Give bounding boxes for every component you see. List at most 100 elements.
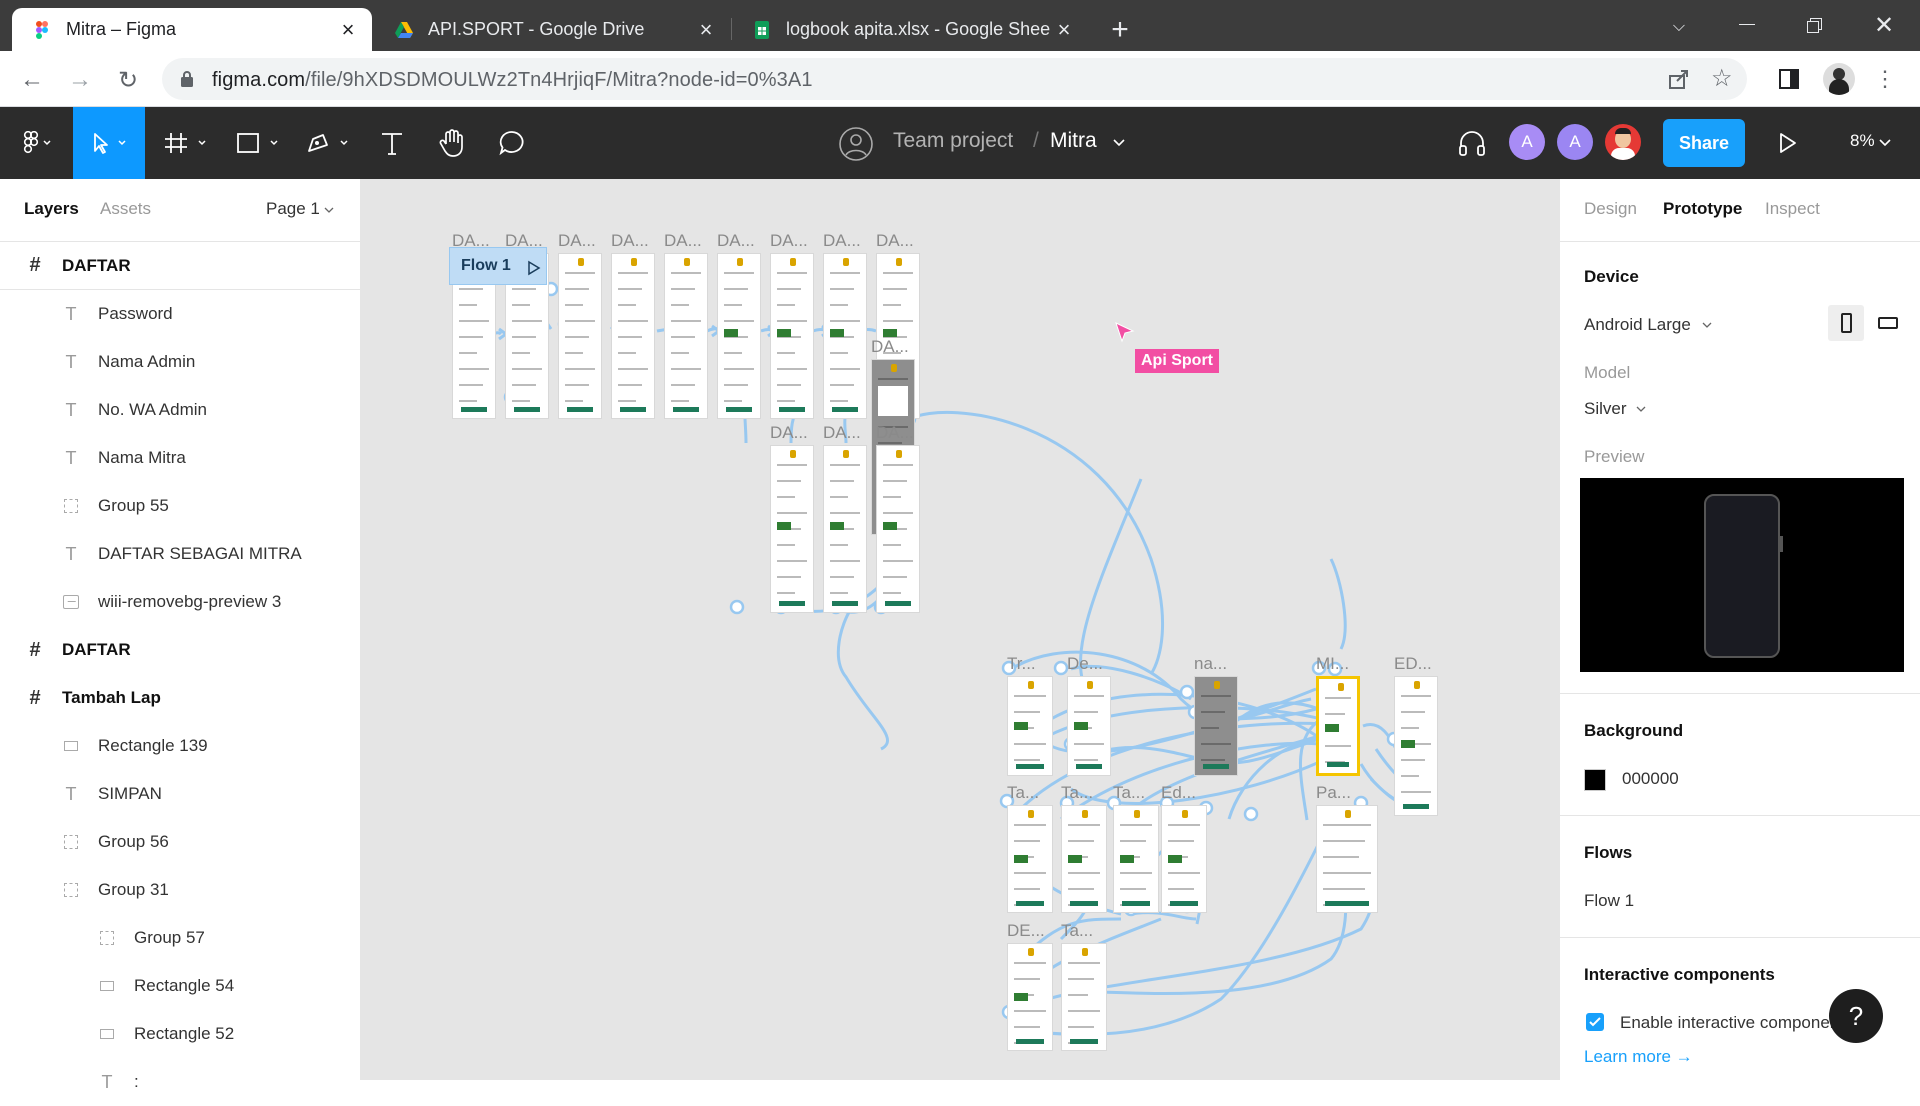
frame-label[interactable]: DA... [770,231,808,251]
background-hex-value[interactable]: 000000 [1622,769,1679,789]
layer-item[interactable]: T Nama Admin [0,338,360,386]
tab-google-drive[interactable]: API.SPORT - Google Drive × [374,8,730,51]
collaborator-avatar[interactable]: A [1557,124,1593,160]
frame-label[interactable]: DA... [558,231,596,251]
tab-design[interactable]: Design [1584,199,1637,219]
side-panel-icon[interactable] [1778,68,1800,90]
layer-item[interactable]: Group 55 [0,482,360,530]
frame-label[interactable]: DA... [871,337,909,357]
team-name[interactable]: Team project [893,129,1013,153]
kebab-menu-icon[interactable]: ⋮ [1874,63,1896,95]
back-arrow-icon[interactable]: ← [16,64,48,96]
user-avatar[interactable] [1605,124,1641,160]
frame-thumbnail[interactable] [1394,676,1438,816]
prototype-connection[interactable] [836,608,889,751]
frame-thumbnail[interactable] [558,253,602,419]
layer-item[interactable]: Group 57 [0,914,360,962]
frame-tool-button[interactable] [160,107,216,179]
layer-item[interactable]: T Password [0,290,360,338]
layer-item[interactable]: wiii-removebg-preview 3 [0,578,360,626]
layer-item[interactable]: # Tambah Lap [0,674,360,722]
frame-thumbnail[interactable] [876,445,920,613]
frame-label[interactable]: Ta... [1113,783,1145,803]
frame-thumbnail[interactable] [1067,676,1111,776]
frame-label[interactable]: na... [1194,654,1227,674]
close-window-icon[interactable]: ✕ [1862,8,1906,42]
frame-thumbnail[interactable] [611,253,655,419]
new-tab-button[interactable]: + [1100,10,1140,50]
flow-list-item[interactable]: Flow 1 [1584,891,1634,911]
frame-label[interactable]: MI... [1316,654,1349,674]
layer-item[interactable]: T DAFTAR SEBAGAI MITRA [0,530,360,578]
tab-layers[interactable]: Layers [24,199,79,219]
frame-thumbnail[interactable] [823,445,867,613]
frame-label[interactable]: DA... [823,231,861,251]
close-tab-icon[interactable]: × [692,16,720,44]
profile-avatar[interactable] [1823,63,1855,95]
prototype-connection[interactable] [908,410,1165,675]
layer-item[interactable]: T No. WA Admin [0,386,360,434]
layer-item[interactable]: T Nama Mitra [0,434,360,482]
tab-assets[interactable]: Assets [100,199,151,219]
connection-handle[interactable] [729,599,745,615]
hand-tool-button[interactable] [432,107,472,179]
model-select[interactable]: Silver [1584,399,1627,419]
frame-label[interactable]: DA... [717,231,755,251]
frame-label[interactable]: DA... [611,231,649,251]
frame-thumbnail[interactable] [823,253,867,419]
enable-interactive-checkbox[interactable] [1586,1013,1604,1031]
frame-thumbnail[interactable] [1316,676,1360,776]
frame-label[interactable]: Ed... [1161,783,1196,803]
forward-arrow-icon[interactable]: → [64,64,96,96]
tab-prototype[interactable]: Prototype [1663,199,1742,219]
layer-item[interactable]: Rectangle 52 [0,1010,360,1058]
frame-label[interactable]: DA... [664,231,702,251]
text-tool-button[interactable] [372,107,412,179]
present-play-icon[interactable] [1776,131,1798,155]
shape-tool-button[interactable] [232,107,288,179]
collaborator-avatar[interactable]: A [1509,124,1545,160]
frame-label[interactable]: DA... [770,423,808,443]
chevron-down-icon[interactable] [1702,322,1712,330]
connection-handle[interactable] [1053,660,1069,676]
headphones-icon[interactable] [1457,129,1487,157]
prototype-connection[interactable] [1329,558,1347,650]
minimize-window-icon[interactable] [1725,8,1769,42]
bookmark-star-icon[interactable]: ☆ [1711,64,1733,93]
page-selector[interactable]: Page 1 [266,199,320,219]
connection-handle[interactable] [1243,806,1259,822]
frame-thumbnail[interactable] [1194,676,1238,776]
file-name[interactable]: Mitra [1050,129,1097,153]
frame-thumbnail[interactable] [1161,805,1207,913]
close-tab-icon[interactable]: × [1050,16,1078,44]
share-button[interactable]: Share [1663,119,1745,167]
frame-label[interactable]: Pa... [1316,783,1351,803]
pen-tool-button[interactable] [302,107,358,179]
reload-icon[interactable]: ↻ [112,64,144,96]
layer-item[interactable]: # DAFTAR [0,626,360,674]
chevron-down-icon[interactable] [1113,138,1125,148]
frame-label[interactable]: DA... [876,423,914,443]
zoom-chevron-down-icon[interactable] [1879,138,1891,148]
frame-label[interactable]: Ta... [1061,921,1093,941]
tab-google-sheets[interactable]: logbook apita.xlsx - Google Shee × [732,8,1088,51]
layer-item[interactable]: # DAFTAR [0,242,360,290]
frame-thumbnail[interactable] [1007,805,1053,913]
share-page-icon[interactable] [1668,68,1690,90]
address-bar[interactable]: figma.com/file/9hXDSDMOULWz2Tn4HrjiqF/Mi… [162,58,1747,100]
frame-label[interactable]: DE... [1007,921,1045,941]
frame-thumbnail[interactable] [1007,943,1053,1051]
frame-label[interactable]: DA... [876,231,914,251]
help-button[interactable]: ? [1829,989,1883,1043]
zoom-level[interactable]: 8% [1850,131,1875,151]
layer-item[interactable]: T: [0,1058,360,1106]
learn-more-link[interactable]: Learn more → [1584,1047,1693,1067]
layer-item[interactable]: Rectangle 139 [0,722,360,770]
frame-label[interactable]: Tr... [1007,654,1036,674]
frame-thumbnail[interactable] [770,253,814,419]
frame-label[interactable]: Ta... [1007,783,1039,803]
prototype-connection[interactable] [1130,911,1197,921]
frame-label[interactable]: ED... [1394,654,1432,674]
portrait-orientation-button[interactable] [1828,305,1864,341]
frame-label[interactable]: De... [1067,654,1103,674]
